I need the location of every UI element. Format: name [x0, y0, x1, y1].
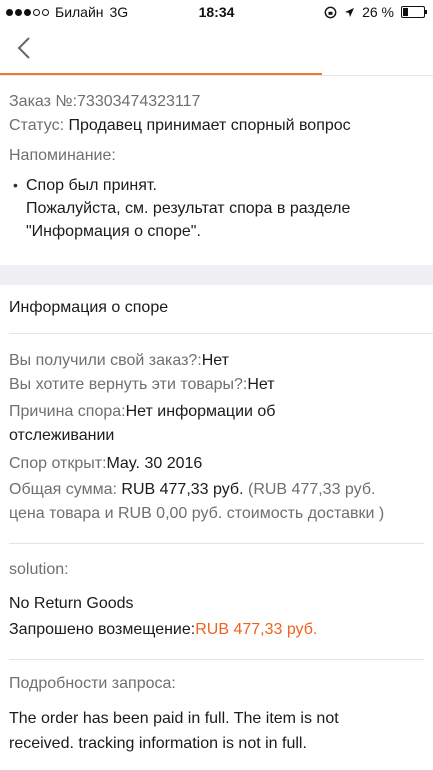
received-value: Нет [201, 352, 229, 369]
order-status-label: Статус: [9, 117, 65, 134]
reminder-line-1: Спор был принят. [26, 177, 157, 194]
request-details-line-2: received. tracking information is not in… [9, 735, 307, 752]
return-row: Вы хотите вернуть эти товары?:Нет [9, 373, 275, 397]
section-separator [0, 265, 433, 285]
total-value: RUB 477,33 руб. [121, 481, 244, 498]
order-number: 73303474323117 [77, 93, 201, 110]
solution-value: No Return Goods [9, 595, 134, 612]
dispute-section-title: Информация о споре [9, 299, 169, 316]
refund-row: Запрошено возмещение:RUB 477,33 руб. [9, 618, 317, 642]
solution-label: solution: [9, 561, 69, 578]
total-label: Общая сумма: [9, 481, 117, 498]
reason-label: Причина спора: [9, 403, 126, 420]
opened-label: Спор открыт: [9, 455, 107, 472]
reason-value-line-1: Нет информации об [125, 403, 276, 420]
refund-value: RUB 477,33 руб. [195, 621, 318, 638]
reminder-line-2: Пожалуйста, см. результат спора в раздел… [26, 200, 351, 217]
reason-row: Причина спора:Нет информации об [9, 400, 275, 424]
received-label: Вы получили свой заказ?: [9, 352, 202, 369]
bullet-icon: • [13, 177, 18, 193]
request-details-label: Подробности запроса: [9, 675, 176, 692]
reminder-line-3: "Информация о споре". [26, 223, 201, 240]
back-chevron-icon[interactable] [14, 36, 34, 60]
battery-icon [401, 6, 427, 18]
return-label: Вы хотите вернуть эти товары?: [9, 376, 248, 393]
location-arrow-icon [345, 7, 355, 17]
status-bar: Билайн 3G 18:34 26 % [0, 0, 433, 24]
reason-value-line-2: отслеживании [9, 427, 115, 444]
status-bar-right: 26 % [324, 4, 427, 20]
divider [9, 333, 433, 334]
navbar-divider [0, 75, 433, 76]
order-status-row: Статус: Продавец принимает спорный вопро… [9, 114, 351, 138]
total-detail-line-2: цена товара и RUB 0,00 руб. стоимость до… [9, 505, 385, 522]
rotation-lock-icon [324, 6, 337, 18]
total-detail-line-1: (RUB 477,33 руб. [247, 481, 376, 498]
order-status: Продавец принимает спорный вопрос [68, 117, 351, 134]
return-value: Нет [247, 376, 275, 393]
reminder-label: Напоминание: [9, 147, 116, 164]
order-number-row: Заказ №:73303474323117 [9, 90, 200, 114]
refund-label: Запрошено возмещение: [9, 621, 196, 638]
order-number-label: Заказ №: [9, 93, 78, 110]
divider [9, 659, 424, 660]
battery-percent: 26 % [362, 4, 394, 20]
opened-row: Спор открыт:May. 30 2016 [9, 452, 202, 476]
divider [9, 543, 424, 544]
total-row: Общая сумма: RUB 477,33 руб. (RUB 477,33… [9, 478, 375, 502]
received-row: Вы получили свой заказ?:Нет [9, 349, 229, 373]
opened-value: May. 30 2016 [106, 455, 203, 472]
navigation-bar [0, 24, 433, 72]
request-details-line-1: The order has been paid in full. The ite… [9, 710, 339, 727]
